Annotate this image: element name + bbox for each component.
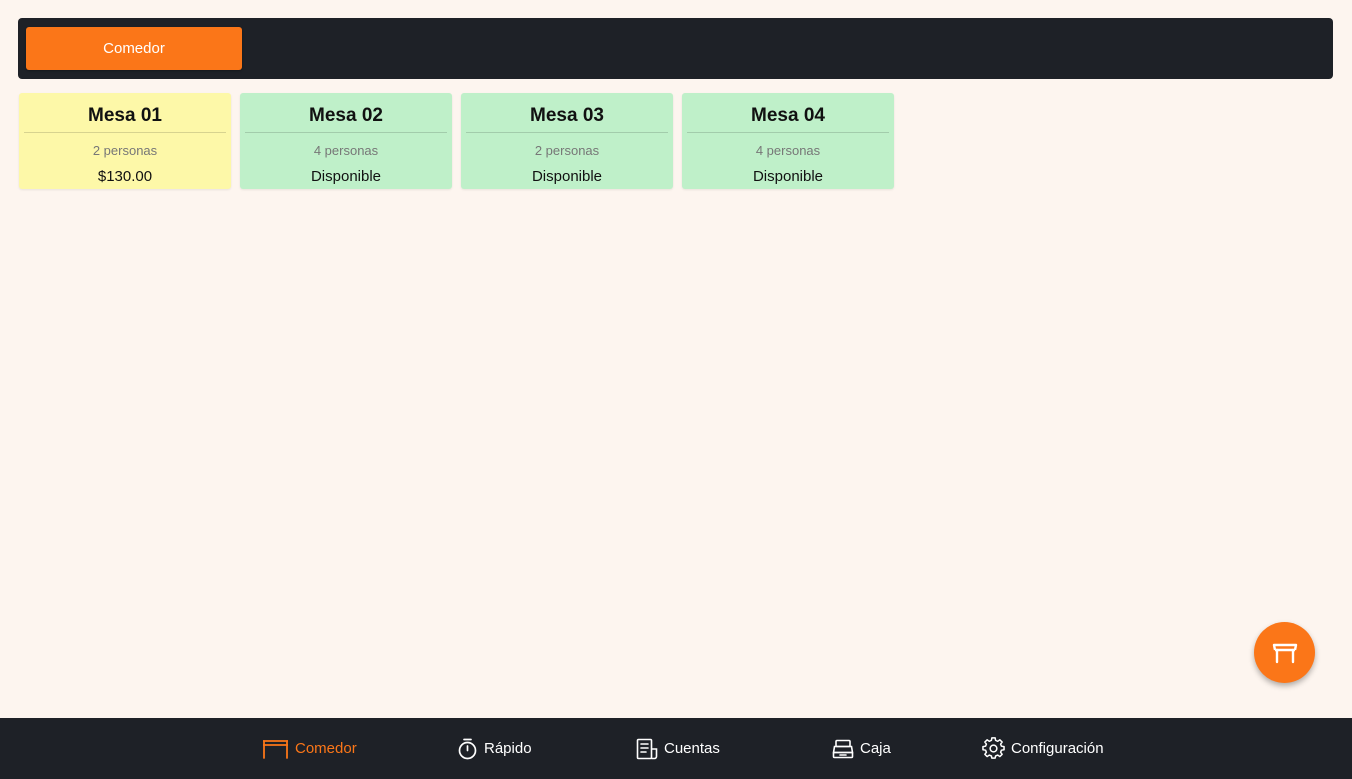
table-capacity: 4 personas (313, 143, 379, 158)
zone-bar: Comedor (18, 18, 1333, 79)
table-name: Mesa 01 (88, 105, 162, 126)
table-card-mesa-03[interactable]: Mesa 03 2 personas Disponible (461, 93, 673, 189)
nav-item-comedor[interactable]: Comedor (262, 718, 357, 779)
nav-label: Cuentas (664, 740, 720, 757)
table-name: Mesa 03 (530, 105, 604, 126)
table-status: Disponible (310, 168, 382, 185)
table-status: Disponible (752, 168, 824, 185)
table-capacity: 2 personas (534, 143, 600, 158)
bottom-navigation: Comedor Rápido Cuentas Caja Configuració… (0, 718, 1352, 779)
receipt-icon (636, 738, 658, 759)
gear-icon (982, 737, 1005, 759)
cash-register-icon (832, 739, 854, 758)
table-divider (687, 132, 889, 133)
add-table-fab-button[interactable] (1254, 622, 1315, 683)
table-card-mesa-02[interactable]: Mesa 02 4 personas Disponible (240, 93, 452, 189)
nav-item-configuracion[interactable]: Configuración (982, 718, 1104, 779)
nav-label: Comedor (295, 740, 357, 757)
table-icon (1272, 643, 1297, 663)
nav-label: Configuración (1011, 740, 1104, 757)
table-status: Disponible (531, 168, 603, 185)
stopwatch-icon (458, 738, 477, 759)
tables-grid: Mesa 01 2 personas $130.00 Mesa 02 4 per… (19, 93, 894, 189)
table-capacity: 4 personas (755, 143, 821, 158)
table-name: Mesa 04 (751, 105, 825, 126)
table-status: $130.00 (97, 168, 153, 185)
nav-item-rapido[interactable]: Rápido (457, 718, 532, 779)
nav-item-cuentas[interactable]: Cuentas (636, 718, 720, 779)
zone-tab-comedor[interactable]: Comedor (26, 27, 242, 70)
table-icon (263, 739, 288, 759)
nav-item-caja[interactable]: Caja (832, 718, 891, 779)
nav-label: Caja (860, 740, 891, 757)
table-card-mesa-04[interactable]: Mesa 04 4 personas Disponible (682, 93, 894, 189)
table-divider (24, 132, 226, 133)
table-divider (466, 132, 668, 133)
table-divider (245, 132, 447, 133)
nav-label: Rápido (484, 740, 532, 757)
table-name: Mesa 02 (309, 105, 383, 126)
table-card-mesa-01[interactable]: Mesa 01 2 personas $130.00 (19, 93, 231, 189)
table-capacity: 2 personas (92, 143, 158, 158)
